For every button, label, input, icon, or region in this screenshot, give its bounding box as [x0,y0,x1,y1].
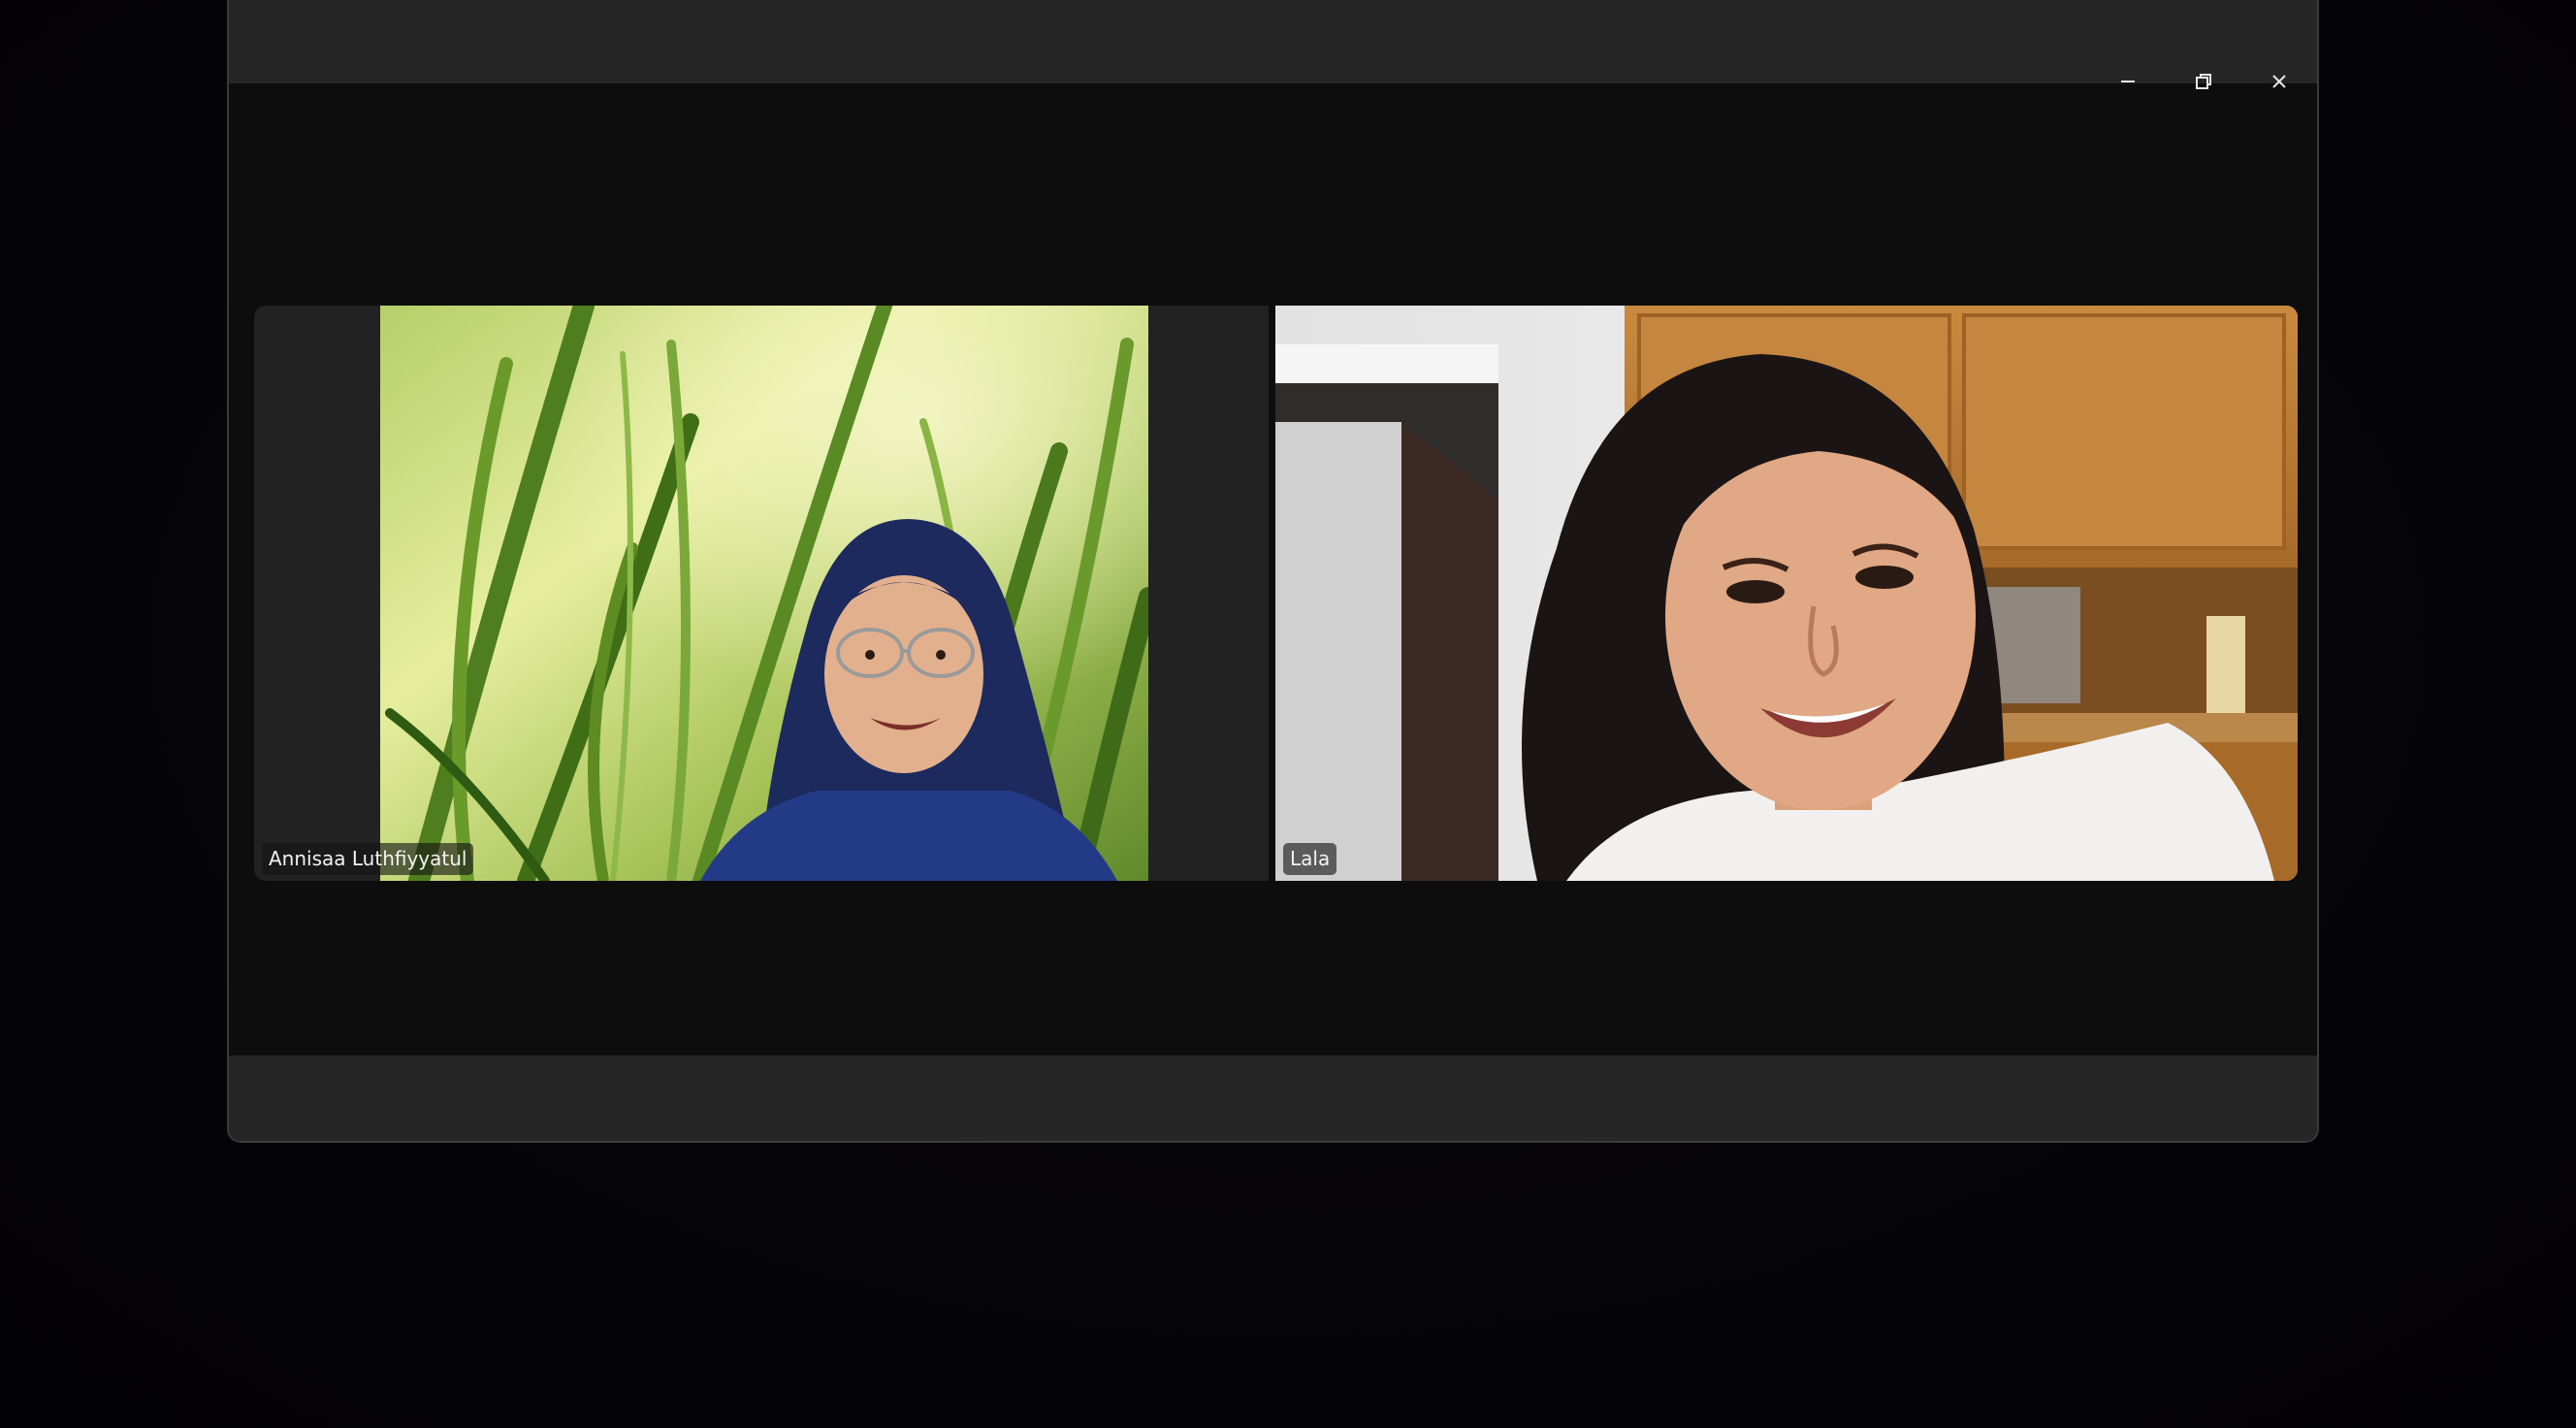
participant-name-label: Annisaa Luthfiyyatul [262,843,474,875]
meeting-bottom-bar [229,1055,2317,1141]
participant-tile[interactable]: Lala [1275,306,2298,881]
minimize-icon [2121,81,2135,82]
meeting-window: Annisaa Luthfiyyatul Lala [227,0,2319,1143]
window-controls [2090,62,2317,101]
window-top-bar [229,0,2317,84]
minimize-button[interactable] [2090,62,2166,101]
restore-icon [2196,74,2211,89]
restore-button[interactable] [2166,62,2241,101]
participant-tile[interactable]: Annisaa Luthfiyyatul [254,306,1269,881]
participant-name-label: Lala [1283,843,1337,875]
close-icon [2272,75,2286,88]
close-button[interactable] [2241,62,2317,101]
participant-video [1275,306,2298,881]
video-stage: Annisaa Luthfiyyatul Lala [229,83,2317,1057]
participant-video [380,306,1148,881]
